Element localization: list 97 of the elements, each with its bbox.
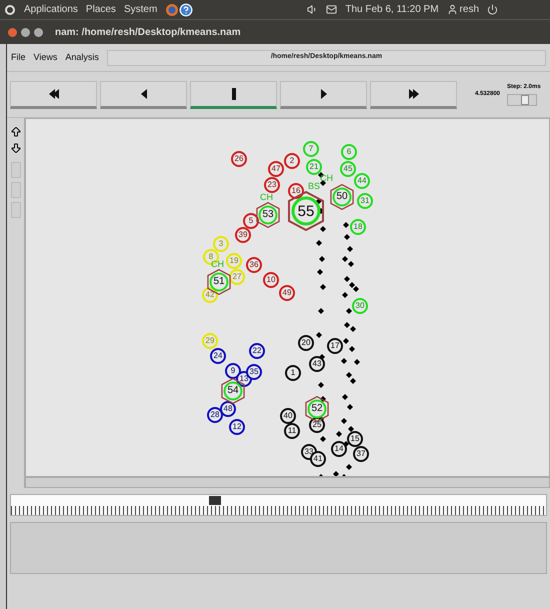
network-node: 1 bbox=[285, 365, 301, 381]
network-node: 3 bbox=[213, 236, 229, 252]
cluster-head-node: 52 bbox=[304, 396, 330, 422]
packet-marker bbox=[318, 308, 324, 314]
network-node: 30 bbox=[352, 298, 368, 314]
packet-marker bbox=[316, 240, 322, 246]
network-node: 15 bbox=[347, 431, 363, 447]
panel-menu[interactable]: Places bbox=[86, 2, 116, 17]
menu-item[interactable]: Views bbox=[34, 50, 58, 64]
network-node: 12 bbox=[229, 419, 245, 435]
network-node: 7 bbox=[303, 141, 319, 157]
packet-marker bbox=[341, 358, 347, 364]
packet-marker bbox=[336, 431, 342, 437]
packet-marker bbox=[354, 359, 360, 365]
minimize-button[interactable] bbox=[21, 28, 30, 36]
packet-marker bbox=[318, 382, 324, 388]
packet-marker bbox=[343, 338, 349, 344]
network-node: 24 bbox=[210, 348, 226, 364]
step-slider[interactable] bbox=[507, 94, 537, 106]
network-node: 31 bbox=[357, 193, 373, 209]
network-node: 48 bbox=[220, 401, 236, 417]
clock[interactable]: Thu Feb 6, 11:20 PM bbox=[345, 2, 439, 17]
network-node: 17 bbox=[327, 338, 343, 354]
menu-item[interactable]: File bbox=[11, 50, 26, 64]
network-node: 22 bbox=[249, 343, 265, 359]
packet-marker bbox=[343, 222, 349, 228]
network-node: 36 bbox=[246, 257, 262, 273]
packet-marker bbox=[320, 436, 326, 442]
packet-marker bbox=[347, 404, 353, 410]
volume-icon[interactable] bbox=[307, 4, 318, 15]
cluster-head-node: 50 bbox=[329, 184, 355, 210]
node-caption: CH bbox=[320, 174, 333, 183]
user-menu[interactable]: resh bbox=[460, 2, 479, 17]
network-node: 6 bbox=[341, 144, 357, 160]
packet-marker bbox=[319, 256, 325, 262]
packet-marker bbox=[320, 180, 326, 186]
close-button[interactable] bbox=[8, 28, 17, 36]
panel-menu[interactable]: System bbox=[124, 2, 158, 17]
window-title: nam: /home/resh/Desktop/kmeans.nam bbox=[55, 26, 241, 40]
packet-marker bbox=[320, 284, 326, 290]
menu-item[interactable]: Analysis bbox=[65, 50, 99, 64]
network-node: 11 bbox=[284, 423, 300, 439]
power-icon[interactable] bbox=[487, 4, 498, 15]
network-node: 49 bbox=[279, 285, 295, 301]
network-node: 5 bbox=[243, 213, 259, 229]
browser-icon[interactable] bbox=[165, 2, 180, 16]
packet-marker bbox=[318, 208, 324, 214]
timeline-ruler[interactable] bbox=[10, 494, 547, 516]
packet-marker bbox=[342, 292, 348, 298]
packet-marker bbox=[347, 246, 353, 252]
zoom-in-icon[interactable] bbox=[10, 126, 22, 138]
playback-button[interactable] bbox=[10, 80, 97, 108]
horizontal-scrollbar[interactable] bbox=[25, 477, 550, 488]
network-node: 45 bbox=[340, 161, 356, 177]
mail-icon[interactable] bbox=[326, 4, 338, 15]
packet-marker bbox=[320, 226, 326, 232]
packet-marker bbox=[320, 396, 326, 402]
network-node: 29 bbox=[202, 333, 218, 349]
network-node: 28 bbox=[207, 407, 223, 423]
packet-marker bbox=[316, 332, 322, 338]
rewind-icon bbox=[46, 86, 60, 100]
network-node: 18 bbox=[350, 219, 366, 235]
packet-marker bbox=[317, 269, 323, 275]
network-node: 19 bbox=[226, 253, 242, 269]
logo-icon bbox=[4, 4, 16, 16]
packet-marker bbox=[344, 234, 350, 240]
user-icon[interactable] bbox=[446, 4, 458, 15]
panel-menu[interactable]: Applications bbox=[24, 2, 78, 17]
node-caption: BS bbox=[308, 182, 320, 191]
network-node: 40 bbox=[280, 408, 296, 424]
packet-marker bbox=[346, 308, 352, 314]
network-node: 14 bbox=[331, 441, 347, 457]
packet-marker bbox=[349, 346, 355, 352]
help-icon[interactable] bbox=[179, 2, 194, 16]
network-node: 21 bbox=[306, 159, 322, 175]
cluster-head-node: 53 bbox=[255, 202, 281, 228]
node-caption: CH bbox=[260, 193, 273, 202]
network-node: 37 bbox=[353, 446, 369, 462]
zoom-out-icon[interactable] bbox=[10, 142, 22, 154]
playback-button[interactable] bbox=[370, 80, 457, 108]
node-caption: CH bbox=[211, 260, 224, 269]
packet-marker bbox=[342, 394, 348, 400]
network-node: 39 bbox=[235, 227, 251, 243]
packet-marker bbox=[346, 464, 352, 470]
network-node: 20 bbox=[298, 335, 314, 351]
packet-marker bbox=[341, 418, 347, 424]
network-node: 43 bbox=[309, 356, 325, 372]
packet-marker bbox=[316, 198, 322, 204]
network-node: 2 bbox=[284, 153, 300, 169]
network-node: 27 bbox=[229, 269, 245, 285]
network-node: 23 bbox=[264, 177, 280, 193]
maximize-button[interactable] bbox=[34, 28, 43, 36]
network-node: 10 bbox=[263, 272, 279, 288]
network-node: 26 bbox=[231, 151, 247, 167]
network-node: 44 bbox=[354, 173, 370, 189]
network-node: 47 bbox=[268, 161, 284, 177]
fast-forward-icon bbox=[406, 86, 420, 100]
